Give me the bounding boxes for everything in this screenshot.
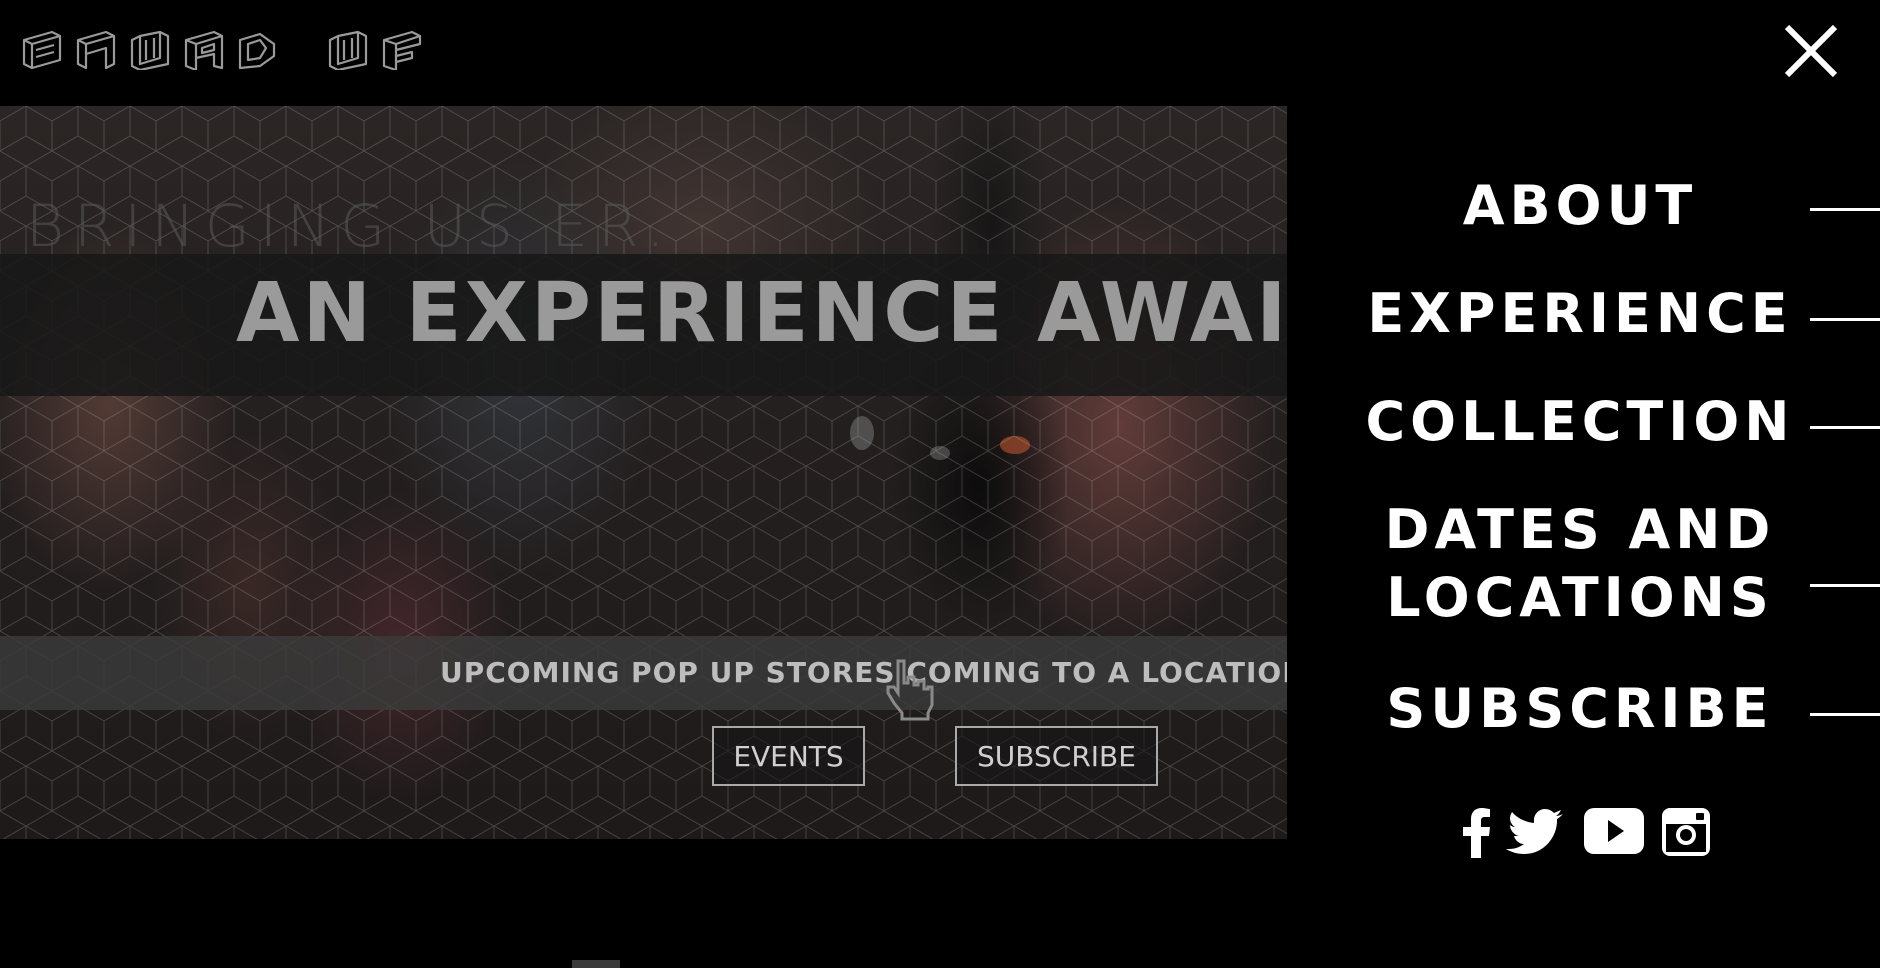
twitter-icon	[1506, 809, 1563, 854]
facebook-icon	[1463, 808, 1490, 858]
logo-letter-6	[328, 30, 368, 70]
youtube-link[interactable]	[1584, 808, 1644, 854]
close-icon[interactable]	[1782, 22, 1840, 80]
menu-item-collection[interactable]: COLLECTION	[1340, 388, 1820, 456]
logo-letter-5	[238, 32, 276, 70]
logo-letter-2	[76, 30, 116, 70]
youtube-icon	[1584, 808, 1644, 854]
hero-subline: UPCOMING POP UP STORES COMING TO A LOCAT…	[440, 656, 1287, 689]
facebook-link[interactable]	[1462, 808, 1492, 858]
menu-line-experience	[1810, 318, 1880, 321]
page: BRINGING US ER. AN EXPERIENCE AWAIT UPCO…	[0, 0, 1880, 968]
instagram-link[interactable]	[1662, 808, 1710, 856]
scroll-indicator	[572, 960, 620, 968]
menu-item-about[interactable]: ABOUT	[1340, 172, 1820, 240]
twitter-link[interactable]	[1506, 808, 1564, 856]
instagram-icon	[1662, 808, 1710, 856]
headline-band: AN EXPERIENCE AWAIT	[0, 254, 1287, 396]
hero-tagline: BRINGING US ER.	[26, 192, 675, 260]
menu-item-experience[interactable]: EXPERIENCE	[1340, 280, 1820, 348]
hero-banner: BRINGING US ER. AN EXPERIENCE AWAIT UPCO…	[0, 106, 1287, 839]
events-button[interactable]: EVENTS	[712, 726, 865, 786]
menu-line-subscribe	[1810, 713, 1880, 716]
hero-headline: AN EXPERIENCE AWAIT	[236, 266, 1287, 361]
menu-item-dates-label: DATES AND	[1384, 498, 1776, 561]
menu-item-subscribe[interactable]: SUBSCRIBE	[1340, 675, 1820, 743]
hand-cursor-icon	[886, 659, 934, 721]
logo-letter-1	[22, 30, 62, 70]
menu-item-locations-label: LOCATIONS	[1386, 566, 1774, 629]
logo-letter-3	[130, 30, 170, 70]
isometric-logo-icon	[22, 30, 422, 70]
brand-logo[interactable]	[22, 26, 426, 70]
menu-line-collection	[1810, 426, 1880, 429]
menu-line-about	[1810, 208, 1880, 211]
menu-line-dates	[1810, 584, 1880, 587]
logo-letter-4	[184, 30, 224, 70]
logo-letter-7	[382, 30, 422, 70]
menu-item-dates-and-locations[interactable]: DATES AND LOCATIONS	[1340, 496, 1820, 632]
hero-subscribe-button[interactable]: SUBSCRIBE	[955, 726, 1158, 786]
subline-band: UPCOMING POP UP STORES COMING TO A LOCAT…	[0, 636, 1287, 710]
